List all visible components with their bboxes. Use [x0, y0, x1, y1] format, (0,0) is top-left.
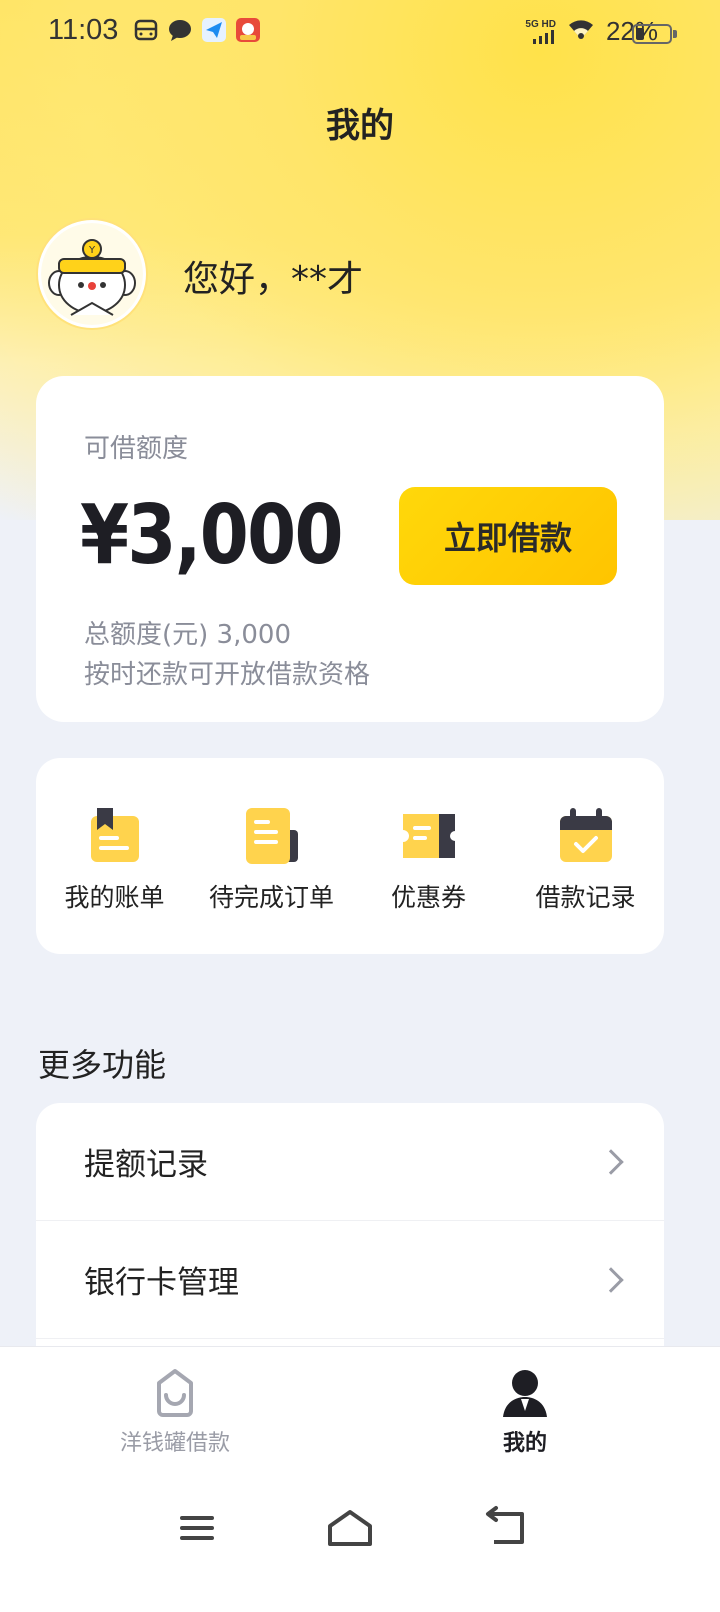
tab-label: 洋钱罐借款 — [119, 1431, 230, 1456]
jar-icon — [157, 1369, 193, 1417]
home-icon[interactable] — [326, 1504, 374, 1552]
send-app-notification-icon — [202, 18, 226, 42]
bill-icon — [90, 808, 139, 862]
quick-action-pending-orders[interactable]: 待完成订单 — [193, 758, 350, 954]
bottom-nav: 洋钱罐借款 我的 — [0, 1346, 720, 1466]
back-icon[interactable] — [484, 1504, 532, 1552]
menu-icon[interactable] — [174, 1504, 222, 1552]
credit-amount: ¥3,000 — [80, 488, 344, 583]
coupon-icon — [402, 814, 459, 858]
chevron-right-icon — [598, 1148, 624, 1175]
status-bar: 11:03 5G HD 22% — [0, 0, 720, 68]
avatar[interactable]: Y — [38, 220, 146, 328]
tab-mine[interactable]: 我的 — [425, 1367, 625, 1457]
borrow-now-button[interactable]: 立即借款 — [399, 487, 617, 585]
quick-action-label: 借款记录 — [535, 883, 636, 912]
quick-action-loan-records[interactable]: 借款记录 — [507, 758, 664, 954]
menu-item-bank-card[interactable]: 银行卡管理 — [36, 1221, 664, 1339]
quick-action-bills[interactable]: 我的账单 — [36, 758, 193, 954]
notification-icons — [134, 18, 260, 42]
credit-card: 可借额度 ¥3,000 立即借款 总额度(元) 3,000 按时还款可开放借款资… — [36, 376, 664, 722]
svg-text:Y: Y — [88, 245, 96, 256]
credit-hint: 按时还款可开放借款资格 — [84, 660, 371, 690]
system-navigation-bar — [0, 1466, 720, 1612]
quick-action-coupons[interactable]: 优惠券 — [350, 758, 507, 954]
status-time: 11:03 — [48, 14, 119, 46]
page-title: 我的 — [326, 106, 394, 146]
order-icon — [245, 808, 298, 864]
menu-item-label: 提额记录 — [84, 1147, 208, 1183]
more-features-title: 更多功能 — [38, 1046, 167, 1084]
battery-cap — [673, 30, 677, 38]
quick-action-label: 待完成订单 — [208, 883, 334, 912]
tab-label: 我的 — [502, 1431, 547, 1456]
signal-icon: 5G HD — [525, 18, 556, 44]
quick-actions: 我的账单 待完成订单 优惠券 借款记录 — [36, 758, 664, 954]
quick-action-label: 优惠券 — [390, 883, 466, 912]
battery-icon — [632, 24, 672, 44]
calendar-check-icon — [559, 808, 612, 862]
menu-item-label: 银行卡管理 — [84, 1265, 239, 1301]
user-icon — [503, 1370, 547, 1417]
credit-label: 可借额度 — [84, 434, 189, 464]
credit-total: 总额度(元) 3,000 — [84, 620, 291, 650]
chevron-right-icon — [598, 1266, 624, 1293]
quick-action-label: 我的账单 — [64, 883, 165, 912]
game-app-notification-icon — [236, 18, 260, 42]
greeting: 您好，**才 — [183, 259, 364, 300]
message-notification-icon — [168, 18, 192, 42]
card-notification-icon — [134, 18, 158, 42]
more-features-list: 提额记录 银行卡管理 — [36, 1103, 664, 1363]
network-type: 5G HD — [525, 18, 556, 30]
tab-loan-home[interactable]: 洋钱罐借款 — [75, 1367, 275, 1457]
menu-item-limit-records[interactable]: 提额记录 — [36, 1103, 664, 1221]
wifi-icon — [566, 17, 596, 46]
